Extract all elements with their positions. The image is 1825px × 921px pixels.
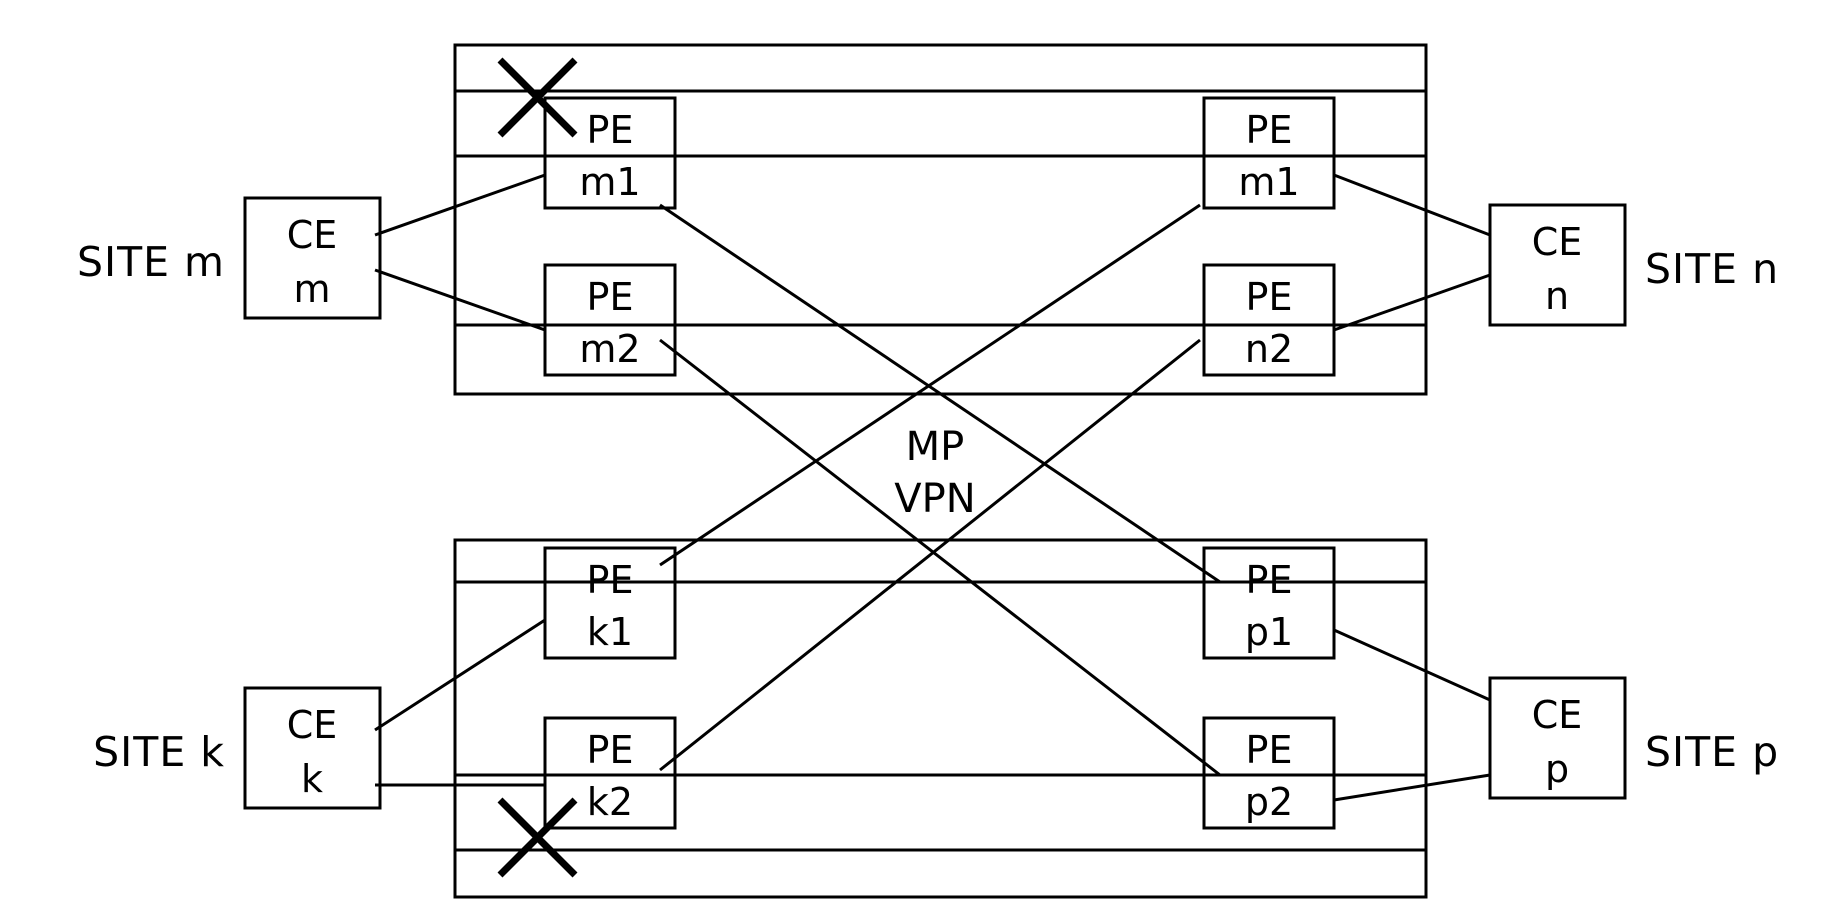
ce-n-label-line2: n — [1545, 274, 1569, 318]
pe-p1-label-line1: PE — [1246, 558, 1293, 602]
pe-m1-label-line2: m1 — [579, 160, 640, 204]
link-pe-m2-to-pe-p2 — [659, 338, 1221, 777]
pe-p2-label-line2: p2 — [1245, 780, 1293, 824]
ce-n-label-line1: CE — [1532, 220, 1583, 264]
pe-k2-label-line1: PE — [587, 728, 634, 772]
mp-vpn-label-line1: MP — [906, 424, 965, 470]
pe-m1-label-line1: PE — [587, 108, 634, 152]
pe-k1-label-line1: PE — [587, 558, 634, 602]
pe-n2-label-line1: PE — [1246, 275, 1293, 319]
pe-m2-label-line1: PE — [587, 275, 634, 319]
site-n-label: SITE n — [1645, 245, 1779, 293]
pe-p2-label-line1: PE — [1246, 728, 1293, 772]
ce-p-label-line1: CE — [1532, 693, 1583, 737]
pe-k1-label-line2: k1 — [587, 610, 633, 654]
mp-vpn-label-line2: VPN — [894, 476, 975, 522]
ce-p-label-line2: p — [1545, 747, 1569, 791]
ce-k-label-line2: k — [301, 757, 323, 801]
site-m-label: SITE m — [77, 238, 225, 286]
pe-n2-label-line2: n2 — [1245, 327, 1293, 371]
topology-canvas: PE m1 PE m2 PE m1 PE n2 PE k1 PE k2 PE p… — [77, 43, 1779, 899]
pe-n1-label-line2: m1 — [1238, 160, 1299, 204]
fault-pe-k2-icon — [497, 797, 578, 878]
ce-m-label-line2: m — [293, 267, 330, 311]
link-ce-m-to-pe-m2 — [374, 268, 546, 332]
pe-m2-label-line2: m2 — [579, 327, 640, 371]
ce-m-label-line1: CE — [287, 213, 338, 257]
pe-n1-label-line1: PE — [1246, 108, 1293, 152]
mp-vpn-diagram: PE m1 PE m2 PE m1 PE n2 PE k1 PE k2 PE p… — [0, 0, 1825, 921]
pe-k2-label-line2: k2 — [587, 780, 633, 824]
site-k-label: SITE k — [93, 728, 225, 776]
link-pe-n1-to-ce-n — [1333, 173, 1491, 237]
site-p-label: SITE p — [1645, 728, 1779, 776]
link-ce-m-to-pe-m1 — [374, 173, 546, 237]
ce-k-label-line1: CE — [287, 703, 338, 747]
link-pe-n2-to-ce-n — [1333, 273, 1491, 332]
link-pe-p1-to-ce-p — [1333, 628, 1491, 702]
link-ce-k-to-pe-k1 — [374, 618, 546, 732]
link-pe-p2-to-ce-p — [1333, 773, 1491, 802]
pe-p1-label-line2: p1 — [1245, 610, 1293, 654]
